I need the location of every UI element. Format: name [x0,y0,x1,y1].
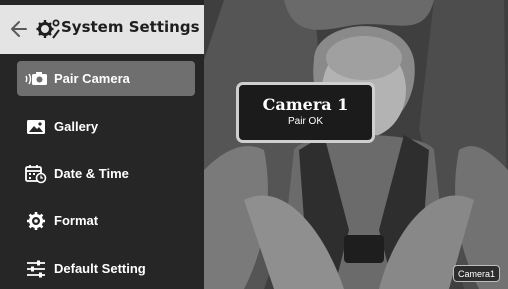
monitor-screen: System Settings Pair Camera Gallery Date… [0,0,508,289]
popup-pair-status: Pair OK [287,116,323,127]
menu-item-label: Default Setting [54,261,146,276]
menu-item-format[interactable]: Format [17,203,195,238]
back-arrow-icon[interactable] [10,18,28,40]
calendar-clock-icon [24,163,48,185]
sliders-icon [24,258,48,280]
popup-camera-name: Camera 1 [262,95,349,114]
menu-item-default-setting[interactable]: Default Setting [17,251,195,286]
settings-gears-icon [36,19,60,39]
gallery-icon [24,116,48,138]
menu-item-label: Format [54,213,99,228]
menu-item-date-time[interactable]: Date & Time [17,156,195,191]
menu-item-label: Gallery [54,119,99,134]
pair-status-popup: Camera 1 Pair OK [236,82,375,143]
camera-feed [204,0,508,289]
camera-feed-image [204,0,508,289]
settings-panel: System Settings Pair Camera Gallery Date… [0,0,204,289]
settings-header: System Settings [0,5,204,54]
menu-item-label: Pair Camera [54,71,130,86]
menu-item-gallery[interactable]: Gallery [17,109,195,144]
format-gear-icon [24,210,48,232]
menu-item-pair-camera[interactable]: Pair Camera [17,61,195,96]
settings-title: System Settings [61,18,200,36]
camera-badge: Camera1 [453,265,500,282]
pair-camera-icon [24,68,48,90]
menu-item-label: Date & Time [54,166,129,181]
